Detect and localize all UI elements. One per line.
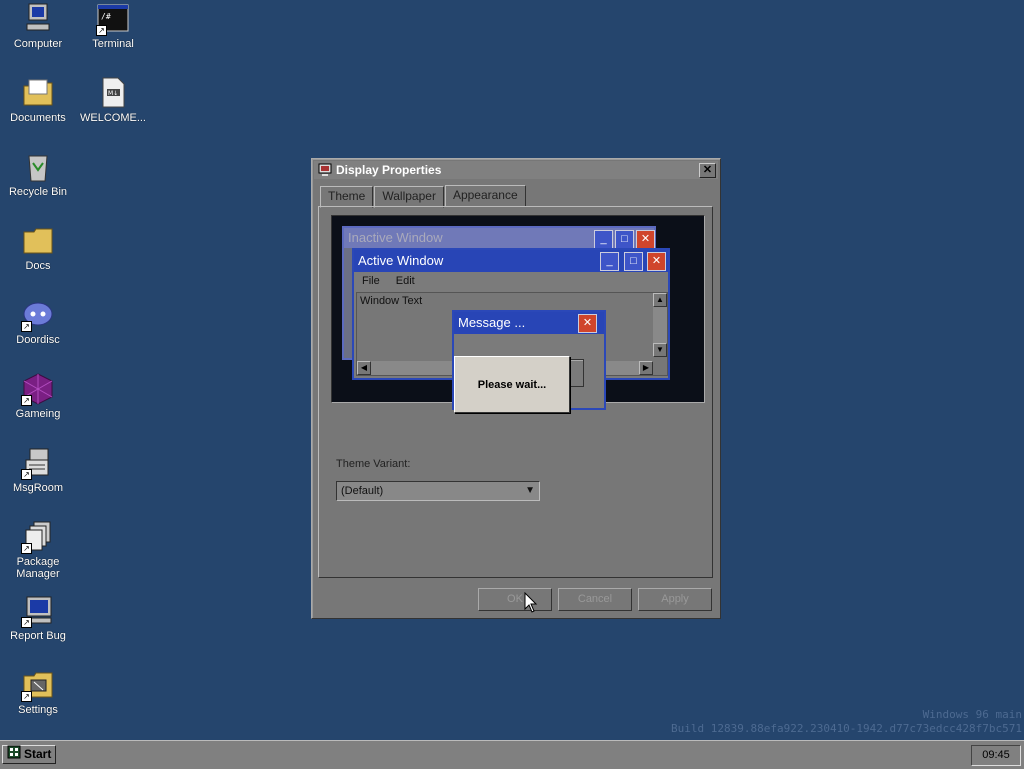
desktop-icon-label: Computer: [13, 38, 63, 50]
desktop-icon-gameing[interactable]: ↗ Gameing: [0, 372, 76, 420]
start-logo-icon: [7, 745, 21, 765]
mouse-cursor-icon: [524, 591, 538, 617]
desktop-icon-label: Terminal: [92, 38, 134, 50]
preview-menu-edit: Edit: [395, 275, 415, 287]
build-watermark: Windows 96 main Build 12839.88efa922.230…: [671, 708, 1022, 736]
minimize-icon: _: [600, 252, 619, 271]
desktop-icon-label: MsgRoom: [12, 482, 64, 494]
taskbar: Start 09:45: [0, 740, 1024, 769]
watermark-line-1: Windows 96 main: [922, 708, 1022, 721]
desktop-icon-report-bug[interactable]: ↗ Report Bug: [0, 594, 76, 642]
desktop-icon-label: Documents: [10, 112, 66, 124]
close-button[interactable]: ✕: [699, 162, 716, 178]
doordisc-icon: ↗: [21, 298, 55, 332]
shortcut-arrow-icon: ↗: [96, 25, 107, 36]
markdown-file-icon: M↓: [96, 76, 130, 110]
dialog-titlebar[interactable]: Display Properties ✕: [314, 161, 718, 179]
desktop-icon-package-manager[interactable]: ↗ Package Manager: [0, 520, 76, 580]
tab-strip: Theme Wallpaper Appearance: [320, 185, 527, 208]
shortcut-arrow-icon: ↗: [21, 543, 32, 554]
apply-button[interactable]: Apply: [638, 588, 712, 611]
shortcut-arrow-icon: ↗: [21, 691, 32, 702]
desktop-icon-label: Recycle Bin: [8, 186, 68, 198]
shortcut-arrow-icon: ↗: [21, 321, 32, 332]
theme-variant-value: (Default): [341, 485, 384, 497]
close-icon: ✕: [647, 252, 666, 271]
desktop-icon-label: Gameing: [15, 408, 61, 420]
cancel-button[interactable]: Cancel: [558, 588, 632, 611]
preview-window-text: Window Text: [360, 295, 423, 307]
close-icon: ✕: [578, 314, 597, 333]
gameing-icon: ↗: [21, 372, 55, 406]
desktop-icon-doordisc[interactable]: ↗ Doordisc: [0, 298, 76, 346]
maximize-icon: □: [615, 230, 634, 249]
scroll-left-icon: ◀: [357, 361, 371, 375]
report-bug-icon: ↗: [21, 594, 55, 628]
desktop-icon-settings[interactable]: ↗ Settings: [0, 668, 76, 716]
preview-menubar: File Edit: [354, 272, 668, 290]
theme-variant-label: Theme Variant:: [336, 458, 411, 470]
desktop-icon-label: Doordisc: [16, 334, 60, 346]
preview-vertical-scrollbar: ▲ ▼: [653, 293, 667, 357]
shortcut-arrow-icon: ↗: [21, 395, 32, 406]
desktop-icon-msgroom[interactable]: ↗ MsgRoom: [0, 446, 76, 494]
ok-button[interactable]: OK: [478, 588, 552, 611]
tab-theme[interactable]: Theme: [320, 186, 374, 208]
package-manager-icon: ↗: [21, 520, 55, 554]
tab-appearance[interactable]: Appearance: [444, 185, 526, 207]
computer-icon: [21, 2, 55, 36]
scroll-up-icon: ▲: [653, 293, 667, 307]
settings-icon: ↗: [21, 668, 55, 702]
desktop-icon-computer[interactable]: Computer: [0, 2, 76, 50]
desktop-icon-recycle-bin[interactable]: Recycle Bin: [0, 150, 76, 198]
start-label: Start: [24, 747, 52, 761]
desktop-icon-label: Settings: [18, 704, 58, 716]
desktop-icon-docs[interactable]: Docs: [0, 224, 76, 272]
recycle-bin-icon: [21, 150, 55, 184]
shortcut-arrow-icon: ↗: [21, 469, 32, 480]
chevron-down-icon: ▼: [525, 485, 535, 496]
dialog-title: Display Properties: [336, 163, 442, 177]
taskbar-clock[interactable]: 09:45: [971, 745, 1021, 766]
desktop-icon-terminal[interactable]: /# ↗ Terminal: [75, 2, 151, 50]
preview-menu-file: File: [362, 275, 380, 287]
theme-variant-select[interactable]: (Default) ▼: [336, 481, 540, 501]
shortcut-arrow-icon: ↗: [21, 617, 32, 628]
desktop-icon-label: Report Bug: [10, 630, 66, 642]
start-button[interactable]: Start: [2, 745, 56, 764]
desktop-icon-label: Package Manager: [16, 556, 60, 580]
terminal-icon: /# ↗: [96, 2, 130, 36]
svg-text:/#: /#: [101, 12, 111, 21]
desktop-icon-welcome[interactable]: M↓ WELCOME...: [75, 76, 151, 124]
desktop-icon-documents[interactable]: Documents: [0, 76, 76, 124]
maximize-icon: □: [624, 252, 643, 271]
documents-folder-icon: [21, 76, 55, 110]
scroll-down-icon: ▼: [653, 343, 667, 357]
desktop-icon-label: Docs: [25, 260, 51, 272]
please-wait-popup: Please wait...: [454, 356, 570, 413]
display-properties-icon: [318, 163, 332, 177]
watermark-line-2: Build 12839.88efa922.230410-1942.d77c73e…: [671, 722, 1022, 735]
folder-icon: [21, 224, 55, 258]
scroll-right-icon: ▶: [639, 361, 653, 375]
preview-active-title: Active Window: [354, 250, 668, 272]
close-icon: ✕: [636, 230, 655, 249]
desktop-icon-label: WELCOME...: [79, 112, 146, 124]
tab-wallpaper[interactable]: Wallpaper: [374, 186, 444, 208]
minimize-icon: _: [594, 230, 613, 249]
msgroom-icon: ↗: [21, 446, 55, 480]
svg-text:M↓: M↓: [108, 90, 118, 97]
